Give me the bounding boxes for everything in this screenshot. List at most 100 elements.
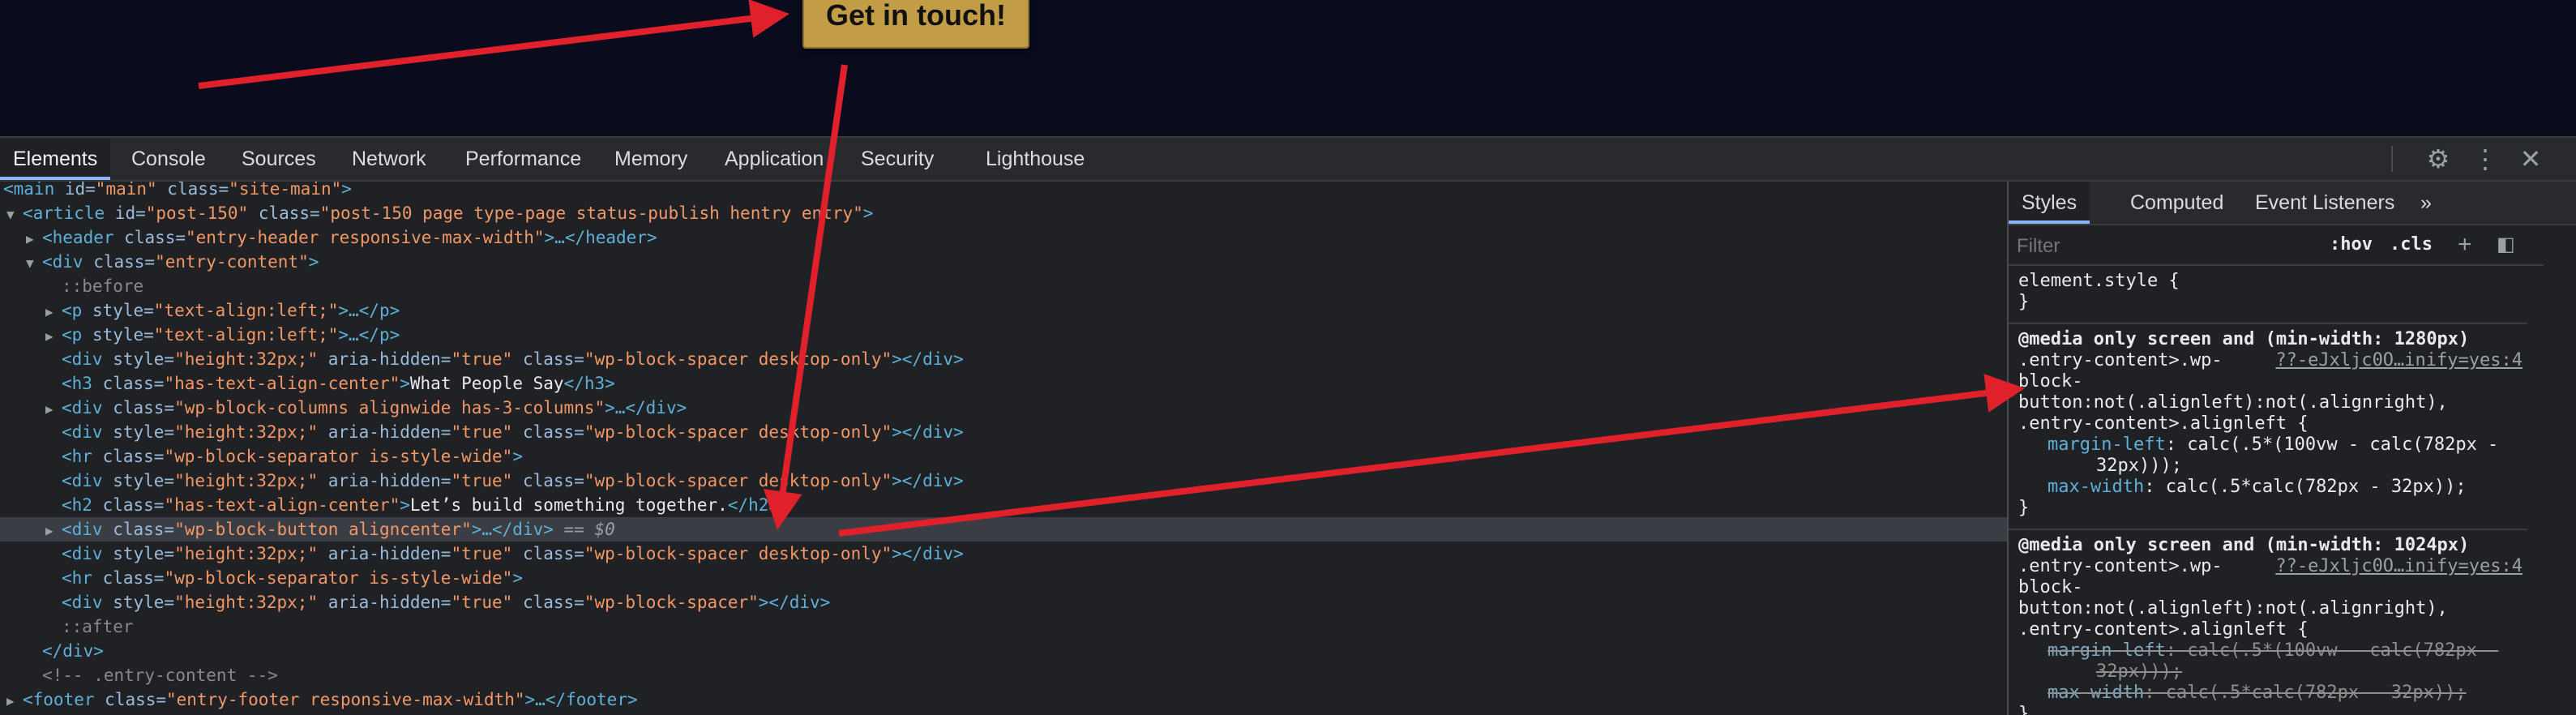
tag-name: <h2 [62, 495, 103, 515]
rule-close: } [2018, 704, 2030, 715]
class-toggle[interactable]: .cls [2390, 225, 2433, 264]
expand-arrow-icon[interactable]: ▶ [45, 300, 62, 324]
attr-value: "wp-block-spacer desktop-only" [584, 422, 892, 442]
css-property-name: margin-left [2048, 640, 2166, 661]
media-query: @media only screen and (min-width: 1280p… [2018, 329, 2470, 349]
tab-styles[interactable]: Styles [2009, 182, 2090, 224]
attr-name: style= [92, 325, 154, 345]
dom-node[interactable]: ▶ <footer class="entry-footer responsive-… [0, 687, 2007, 712]
more-tabs-icon[interactable]: » [2420, 182, 2432, 224]
toggle-sidebar-icon[interactable]: ◧ [2497, 225, 2515, 264]
text-node: What People Say [409, 374, 564, 393]
attr-value: "wp-block-button aligncenter" [174, 520, 472, 539]
attr-value: "height:32px;" [174, 422, 319, 442]
dom-node[interactable]: ▶ <p style="text-align:left;">…</p> [0, 323, 2007, 347]
attr-value: "height:32px;" [174, 349, 319, 369]
dom-node[interactable]: </div> [0, 639, 2007, 663]
attr-value: "main" [95, 182, 157, 199]
dom-node[interactable]: <hr class="wp-block-separator is-style-w… [0, 566, 2007, 590]
css-property-value: : calc(.5*(100vw - calc(782px - [2165, 640, 2499, 661]
attr-value: "post-150 page type-page status-publish … [319, 203, 863, 223]
element-style-rule: element.style { } [2009, 268, 2527, 324]
stylesheet-link[interactable]: ??-eJxljc0O…inify=yes:4 [2275, 556, 2523, 577]
hover-state-toggle[interactable]: :hov [2330, 225, 2373, 264]
dom-node[interactable]: <div style="height:32px;" aria-hidden="t… [0, 590, 2007, 614]
attr-value: "wp-block-separator is-style-wide" [164, 568, 513, 588]
collapse-arrow-icon[interactable]: ▼ [6, 203, 23, 227]
dom-node[interactable]: <main id="main" class="site-main"> [0, 182, 2007, 201]
tag-end: >…</p> [338, 325, 400, 345]
attr-name: aria-hidden= [318, 422, 451, 442]
tab-console[interactable]: Console [131, 138, 206, 180]
attr-name: class= [102, 447, 165, 466]
expand-arrow-icon[interactable]: ▶ [45, 519, 62, 543]
selector-part: .entry-content>.wp- [2018, 350, 2223, 370]
tab-lighthouse[interactable]: Lighthouse [986, 138, 1085, 180]
attr-value: "entry-footer responsive-max-width" [166, 690, 525, 709]
dom-node[interactable]: <div style="height:32px;" aria-hidden="t… [0, 347, 2007, 371]
tag-name: <header [42, 228, 125, 247]
tag-close: </h3> [563, 374, 615, 393]
expand-arrow-icon[interactable]: ▶ [6, 689, 23, 713]
add-rule-icon[interactable]: + [2458, 225, 2472, 264]
css-property-name: max-width [2048, 477, 2145, 497]
dom-node[interactable]: <!-- .entry-content --> [0, 663, 2007, 687]
tag-end: >…</header> [544, 228, 657, 247]
dom-node[interactable]: <div style="height:32px;" aria-hidden="t… [0, 542, 2007, 566]
selector-part: block- [2018, 371, 2083, 392]
dom-node[interactable]: <div style="height:32px;" aria-hidden="t… [0, 469, 2007, 493]
tab-performance[interactable]: Performance [465, 138, 581, 180]
tab-sources[interactable]: Sources [242, 138, 316, 180]
css-declaration-overridden[interactable]: margin-left: calc(.5*(100vw - calc(782px… [2018, 640, 2566, 661]
tag-name: <footer [23, 690, 105, 709]
css-declaration-overridden[interactable]: max-width: calc(.5*calc(782px - 32px)); [2018, 683, 2566, 704]
dom-node[interactable]: ▶ <header class="entry-header responsive-… [0, 225, 2007, 250]
attr-value: "entry-content" [155, 252, 309, 272]
attr-value: "has-text-align-center" [164, 495, 400, 515]
tag-end: ></div> [892, 471, 964, 490]
expand-arrow-icon[interactable]: ▶ [26, 227, 42, 251]
dom-node[interactable]: <div style="height:32px;" aria-hidden="t… [0, 420, 2007, 444]
tab-network[interactable]: Network [352, 138, 426, 180]
dom-node[interactable]: ▼ <article id="post-150" class="post-150 … [0, 201, 2007, 225]
expand-arrow-icon[interactable]: ▶ [45, 324, 62, 349]
element-style-selector[interactable]: element.style { [2018, 271, 2537, 292]
tab-memory[interactable]: Memory [614, 138, 687, 180]
tab-computed[interactable]: Computed [2130, 182, 2223, 224]
css-declaration[interactable]: margin-left: calc(.5*(100vw - calc(782px… [2018, 435, 2566, 456]
attr-name: class= [512, 593, 584, 612]
tab-security[interactable]: Security [861, 138, 934, 180]
dom-node[interactable]: ▶ <p style="text-align:left;">…</p> [0, 298, 2007, 323]
dom-node[interactable]: ::after [0, 614, 2007, 639]
dom-node[interactable]: ::before [0, 274, 2007, 298]
stylesheet-link[interactable]: ??-eJxljc0O…inify=yes:4 [2275, 350, 2523, 371]
attr-name: class= [124, 228, 186, 247]
dom-node-selected[interactable]: ▶ <div class="wp-block-button aligncenter… [0, 517, 2007, 542]
attr-value: "wp-block-spacer desktop-only" [584, 349, 892, 369]
dom-node[interactable]: <hr class="wp-block-separator is-style-w… [0, 444, 2007, 469]
tag-end: >…</p> [338, 301, 400, 320]
dom-node[interactable]: <h2 class="has-text-align-center">Let’s … [0, 493, 2007, 517]
dom-node[interactable]: <h3 class="has-text-align-center">What P… [0, 371, 2007, 396]
tab-event-listeners[interactable]: Event Listeners [2255, 182, 2394, 224]
dom-node[interactable]: ▼ <div class="entry-content"> [0, 250, 2007, 274]
dom-node[interactable]: ▶ <div class="wp-block-columns alignwide … [0, 396, 2007, 420]
tab-elements[interactable]: Elements [0, 138, 111, 180]
tag-end: > [400, 495, 410, 515]
collapse-arrow-icon[interactable]: ▼ [26, 251, 42, 276]
get-in-touch-button[interactable]: Get in touch! [802, 0, 1029, 49]
styles-filter-input[interactable] [2015, 232, 2278, 261]
gear-icon[interactable]: ⚙ [2420, 138, 2456, 180]
tab-application[interactable]: Application [725, 138, 824, 180]
css-property-value: 32px))); [2096, 456, 2182, 476]
close-icon[interactable]: ✕ [2513, 138, 2548, 180]
attr-name: style= [113, 422, 175, 442]
tag-end: ></div> [758, 593, 831, 612]
kebab-icon[interactable]: ⋮ [2467, 138, 2503, 180]
css-declaration[interactable]: max-width: calc(.5*calc(782px - 32px)); [2018, 477, 2566, 498]
selected-marker: == $0 [553, 520, 615, 539]
attr-name: aria-hidden= [318, 593, 451, 612]
attr-name: class= [93, 252, 156, 272]
expand-arrow-icon[interactable]: ▶ [45, 397, 62, 422]
attr-value: "text-align:left;" [153, 301, 339, 320]
